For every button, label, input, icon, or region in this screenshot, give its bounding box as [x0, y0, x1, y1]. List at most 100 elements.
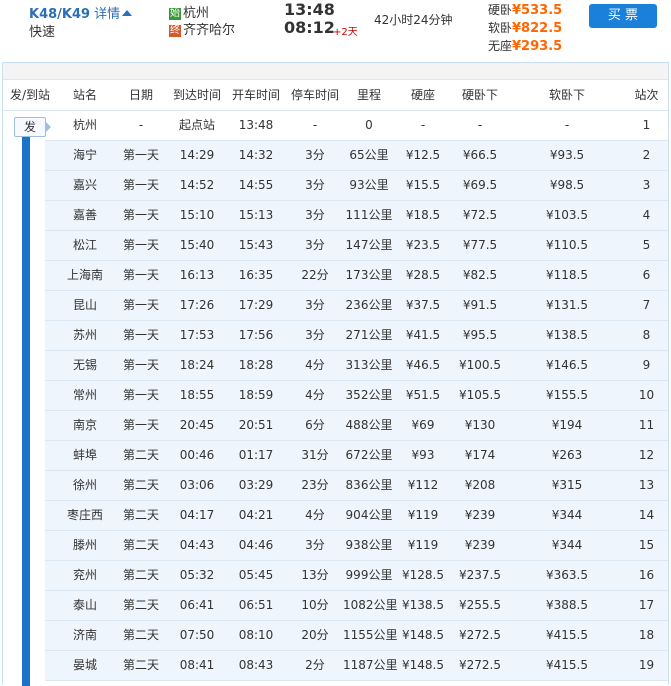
distance-cell: 904公里	[345, 508, 393, 522]
station-name-cell: 昆山	[72, 298, 97, 312]
date-cell: 第一天	[122, 388, 159, 402]
arrival-time-cell: 03:06	[179, 478, 215, 492]
departure-time-cell: 06:51	[238, 598, 274, 612]
column-header: 软卧下	[548, 88, 585, 102]
arrival-time-cell: 17:26	[179, 298, 215, 312]
departure-time-cell: 05:45	[238, 568, 274, 582]
departure-time-cell: 17:56	[238, 328, 274, 342]
distance-cell: 147公里	[345, 238, 393, 252]
buy-ticket-button[interactable]: 买 票	[589, 4, 657, 28]
distance-cell: 999公里	[345, 568, 393, 582]
departure-time-cell: 15:13	[238, 208, 274, 222]
hard-sleeper-price-cell: ¥272.5	[459, 658, 501, 672]
arrival-time-cell: 17:53	[179, 328, 215, 342]
stop-duration-cell: 2分	[305, 658, 325, 672]
soft-sleeper-price-cell: ¥103.5	[546, 208, 588, 222]
distance-cell: 672公里	[345, 448, 393, 462]
stop-number-cell: 11	[638, 418, 655, 432]
departure-time-cell: 14:55	[238, 178, 274, 192]
station-name-cell: 苏州	[72, 328, 97, 342]
hard-seat-price-cell: ¥112	[407, 478, 439, 492]
table-row: 滕州 第二天 04:43 04:46 3分 938公里 ¥119 ¥239 ¥344 15	[3, 531, 668, 561]
table-row: 松江 第一天 15:40 15:43 3分 147公里 ¥23.5 ¥77.5 ¥110.5 5	[3, 231, 668, 261]
station-name-cell: 晏城	[72, 658, 97, 672]
date-cell: 第一天	[122, 268, 159, 282]
station-name-cell: 徐州	[72, 478, 97, 492]
date-cell: 第一天	[122, 148, 159, 162]
soft-sleeper-price-cell: ¥388.5	[546, 598, 588, 612]
train-number[interactable]: K48/K49	[29, 7, 90, 22]
stop-duration-cell: 13分	[301, 568, 329, 582]
hard-sleeper-price-cell: ¥208	[464, 478, 496, 492]
departure-time-cell: 03:29	[238, 478, 274, 492]
distance-cell: 111公里	[345, 208, 393, 222]
fare-price: ¥293.5	[512, 39, 563, 54]
table-row: 海宁 第一天 14:29 14:32 3分 65公里 ¥12.5 ¥66.5 ¥93.5 2	[3, 141, 668, 171]
soft-sleeper-price-cell: ¥415.5	[546, 658, 588, 672]
distance-cell: 1155公里	[343, 628, 398, 642]
fare-price: ¥822.5	[512, 21, 563, 36]
stop-number-cell: 17	[638, 598, 655, 612]
date-cell: 第二天	[122, 508, 159, 522]
chevron-up-icon[interactable]	[122, 10, 133, 16]
departure-time-cell: 04:21	[238, 508, 274, 522]
train-number-link[interactable]: K48/K49 详情	[29, 3, 133, 22]
fare-item: 软卧¥822.5	[488, 19, 562, 36]
train-header: K48/K49 详情 快速 始杭州 终齐齐哈尔 13:48 08:12 +2天 4…	[0, 0, 671, 62]
arrival-time-cell: 20:45	[179, 418, 215, 432]
table-row: 嘉兴 第一天 14:52 14:55 3分 93公里 ¥15.5 ¥69.5 ¥98.5 3	[3, 171, 668, 201]
table-row: 枣庄西 第二天 04:17 04:21 4分 904公里 ¥119 ¥239 ¥344 14	[3, 501, 668, 531]
table-row: 兖州 第二天 05:32 05:45 13分 999公里 ¥128.5 ¥237.5 ¥363.…	[3, 561, 668, 591]
terminal-station: 终齐齐哈尔	[169, 19, 235, 38]
soft-sleeper-price-cell: ¥363.5	[546, 568, 588, 582]
route-line	[22, 135, 30, 686]
station-name-cell: 海宁	[72, 148, 97, 162]
fare-label: 软卧	[488, 21, 513, 35]
arrival-time-cell: 18:24	[179, 358, 215, 372]
date-cell: 第一天	[122, 358, 159, 372]
date-cell: 第二天	[122, 658, 159, 672]
distance-cell: 236公里	[345, 298, 393, 312]
stop-number-cell: 1	[642, 118, 651, 132]
hard-seat-price-cell: ¥119	[407, 508, 439, 522]
distance-cell: 0	[365, 118, 373, 132]
stop-number-cell: 18	[638, 628, 655, 642]
soft-sleeper-price-cell: ¥344	[551, 508, 583, 522]
hard-seat-price-cell: ¥12.5	[405, 148, 441, 162]
stop-number-cell: 14	[638, 508, 655, 522]
stop-number-cell: 13	[638, 478, 655, 492]
station-name-cell: 兖州	[72, 568, 97, 582]
departure-time-cell: 16:35	[238, 268, 274, 282]
stop-duration-cell: -	[312, 118, 318, 132]
hard-seat-price-cell: ¥148.5	[402, 658, 444, 672]
hard-sleeper-price-cell: ¥91.5	[462, 298, 498, 312]
distance-cell: 65公里	[349, 148, 389, 162]
departure-time-cell: 04:46	[238, 538, 274, 552]
arrival-time-cell: 起点站	[178, 118, 215, 132]
column-header: 到达时间	[172, 88, 221, 102]
station-name-cell: 常州	[72, 388, 97, 402]
arrival-time-cell: 18:55	[179, 388, 215, 402]
arrival-time-cell: 14:52	[179, 178, 215, 192]
column-header: 开车时间	[231, 88, 280, 102]
date-cell: 第二天	[122, 568, 159, 582]
soft-sleeper-price-cell: ¥155.5	[546, 388, 588, 402]
soft-sleeper-price-cell: ¥110.5	[546, 238, 588, 252]
station-name-cell: 滕州	[72, 538, 97, 552]
table-row: 晏城 第二天 08:41 08:43 2分 1187公里 ¥148.5 ¥272.5 ¥415.…	[3, 651, 668, 681]
stop-duration-cell: 3分	[305, 298, 325, 312]
distance-cell: 173公里	[345, 268, 393, 282]
departure-time-cell: 08:10	[238, 628, 274, 642]
date-cell: 第二天	[122, 598, 159, 612]
column-header: 站次	[634, 88, 659, 102]
table-row: 南京 第一天 20:45 20:51 6分 488公里 ¥69 ¥130 ¥194 11	[3, 411, 668, 441]
date-cell: 第二天	[122, 448, 159, 462]
hard-seat-price-cell: ¥148.5	[402, 628, 444, 642]
station-name-cell: 无锡	[72, 358, 97, 372]
departure-marker-icon: 发	[14, 117, 51, 137]
distance-cell: 1187公里	[343, 658, 398, 672]
hard-sleeper-price-cell: -	[477, 118, 483, 132]
stop-duration-cell: 31分	[301, 448, 329, 462]
arrival-time-cell: 16:13	[179, 268, 215, 282]
detail-toggle[interactable]: 详情	[94, 7, 120, 22]
